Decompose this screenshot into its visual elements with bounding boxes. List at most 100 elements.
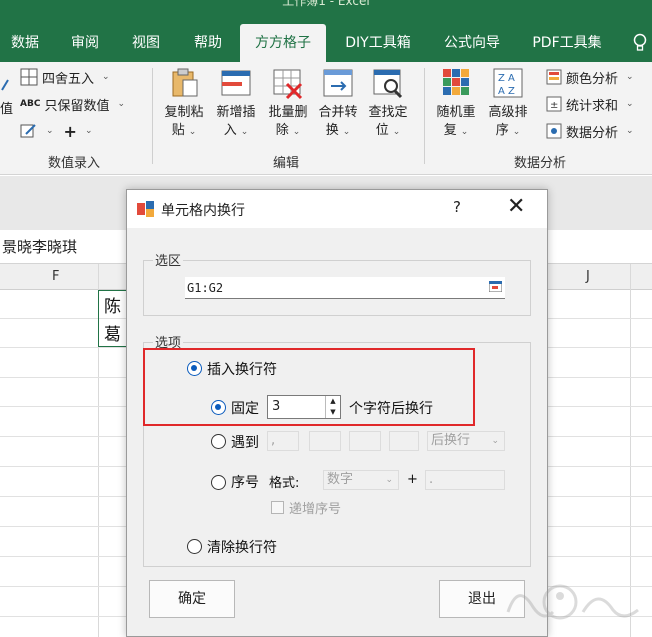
group-separator	[424, 68, 425, 164]
range-input[interactable]: G1:G2	[185, 277, 505, 299]
meet-char-input-4[interactable]	[389, 431, 419, 451]
increment-checkbox[interactable]	[271, 501, 284, 514]
chevron-down-icon: ⌄	[626, 72, 634, 82]
color-grid-icon	[546, 69, 562, 85]
partial-value-button[interactable]: 值	[0, 96, 13, 118]
group-label-data-analysis: 数据分析	[513, 156, 566, 171]
clear-linebreak-radio[interactable]	[187, 539, 202, 554]
chevron-down-icon: ⌄	[102, 72, 110, 82]
partial-value-label: 值	[0, 101, 14, 117]
tab-review[interactable]: 审阅	[58, 24, 112, 62]
round-button[interactable]: 四舍五入 ⌄	[20, 66, 110, 88]
merge-label-2: 换	[325, 123, 339, 138]
title-bar: 工作簿1 - Excel 数据 审阅 视图 帮助 方方格子 DIY工具箱 公式向…	[0, 0, 652, 62]
chevron-down-icon: ⌄	[84, 126, 93, 136]
find-locate-button[interactable]: 查找定 位 ⌄	[364, 66, 412, 141]
spin-up-icon[interactable]: ▲	[326, 396, 340, 407]
svg-text:±: ±	[550, 100, 558, 111]
sort-label-1: 高级排	[488, 105, 528, 120]
sequence-radio[interactable]	[211, 475, 226, 490]
cell-g2[interactable]: 葛	[104, 320, 121, 345]
batch-delete-button[interactable]: 批量删 除 ⌄	[264, 66, 312, 141]
ribbon: 值 四舍五入 ⌄ ABC 只保留数值 ⌄ ⌄ + ⌄ 数值录入 复制粘 贴 ⌄ 新…	[0, 62, 652, 175]
window-title: 工作簿1 - Excel	[282, 0, 370, 8]
meet-char-input[interactable]: ,	[267, 431, 299, 451]
lightbulb-icon[interactable]	[628, 24, 652, 62]
advanced-sort-button[interactable]: Z A A Z 高级排 序 ⌄	[484, 66, 532, 141]
chevron-down-icon: ⌄	[460, 127, 469, 137]
ok-button[interactable]: 确定	[149, 580, 235, 618]
formula-text: 景晓李晓琪	[2, 238, 78, 256]
chevron-down-icon: ⌄	[117, 99, 125, 109]
stat-icon: ±	[546, 96, 562, 112]
meet-mode-select[interactable]: 后换行 ⌄	[427, 431, 505, 451]
column-f-header[interactable]: F	[52, 264, 59, 290]
data-analysis-button[interactable]: 数据分析 ⌄	[546, 120, 634, 142]
random-grid-icon	[443, 69, 469, 95]
tab-fangfang[interactable]: 方方格子	[240, 24, 326, 62]
merge-label-1: 合并转	[318, 105, 358, 120]
chevron-down-icon: ⌄	[626, 99, 634, 109]
help-button[interactable]: ?	[453, 198, 461, 216]
find-label-1: 查找定	[368, 105, 408, 120]
range-select-icon[interactable]	[489, 281, 502, 292]
fixed-count-stepper[interactable]: ▲ ▼	[325, 396, 340, 418]
fixed-radio[interactable]	[211, 400, 226, 415]
cell-g1[interactable]: 陈	[104, 292, 121, 317]
insert-label-1: 新增插	[216, 105, 256, 120]
meet-char-input-3[interactable]	[349, 431, 381, 451]
svg-text:A Z: A Z	[498, 86, 515, 97]
tab-diy-toolbox[interactable]: DIY工具箱	[332, 24, 424, 62]
partial-icon	[0, 74, 10, 96]
insert-button[interactable]: 新增插 入 ⌄	[212, 66, 260, 141]
tab-view[interactable]: 视图	[118, 24, 174, 62]
group-label-value-entry: 数值录入	[47, 156, 100, 171]
clear-linebreak-label: 清除换行符	[207, 540, 277, 556]
edit-icon	[20, 124, 36, 138]
fixed-suffix-label: 个字符后换行	[349, 401, 433, 417]
close-button[interactable]: ✕	[507, 194, 525, 219]
stat-sum-button[interactable]: ± 统计求和 ⌄	[546, 93, 634, 115]
insert-icon	[221, 70, 251, 96]
merge-convert-button[interactable]: 合并转 换 ⌄	[314, 66, 362, 141]
tab-pdf-tools[interactable]: PDF工具集	[522, 24, 612, 62]
edit-tools-button[interactable]: ⌄ + ⌄	[20, 120, 93, 142]
chevron-down-icon: ⌄	[385, 475, 393, 485]
round-icon	[20, 68, 38, 86]
random-repeat-button[interactable]: 随机重 复 ⌄	[432, 66, 480, 141]
sort-label-2: 序	[495, 123, 509, 138]
data-analysis-label: 数据分析	[566, 125, 619, 141]
tab-formula-wizard[interactable]: 公式向导	[432, 24, 512, 62]
round-label: 四舍五入	[42, 71, 95, 87]
tab-data[interactable]: 数据	[0, 24, 50, 62]
random-label-2: 复	[443, 123, 457, 138]
group-separator	[152, 68, 153, 164]
fixed-label: 固定	[231, 401, 259, 417]
chevron-down-icon: ⌄	[392, 127, 401, 137]
copy-paste-button[interactable]: 复制粘 贴 ⌄	[160, 66, 208, 141]
format-select[interactable]: 数字 ⌄	[323, 470, 399, 490]
tab-help[interactable]: 帮助	[180, 24, 236, 62]
suffix-input[interactable]: .	[425, 470, 505, 490]
app-icon	[137, 201, 154, 217]
column-j-header[interactable]: J	[586, 264, 590, 290]
random-label-1: 随机重	[436, 105, 476, 120]
ribbon-tabs: 数据 审阅 视图 帮助 方方格子 DIY工具箱 公式向导 PDF工具集	[0, 24, 652, 62]
insert-linebreak-radio[interactable]	[187, 361, 202, 376]
keep-value-button[interactable]: ABC 只保留数值 ⌄	[20, 93, 125, 115]
sequence-label: 序号	[231, 475, 259, 491]
spin-down-icon[interactable]: ▼	[326, 407, 340, 418]
dialog-title-bar: 单元格内换行 ? ✕	[127, 190, 547, 228]
plus-label: +	[407, 472, 418, 487]
meet-label: 遇到	[231, 435, 259, 451]
color-analysis-label: 颜色分析	[566, 71, 619, 87]
add-icon[interactable]: +	[64, 122, 77, 141]
chevron-down-icon: ⌄	[292, 127, 301, 137]
chevron-down-icon: ⌄	[46, 126, 54, 136]
find-label-2: 位	[375, 123, 389, 138]
delete-grid-icon	[273, 69, 303, 100]
meet-char-input-2[interactable]	[309, 431, 341, 451]
color-analysis-button[interactable]: 颜色分析 ⌄	[546, 66, 634, 88]
chevron-down-icon: ⌄	[626, 126, 634, 136]
meet-radio[interactable]	[211, 434, 226, 449]
